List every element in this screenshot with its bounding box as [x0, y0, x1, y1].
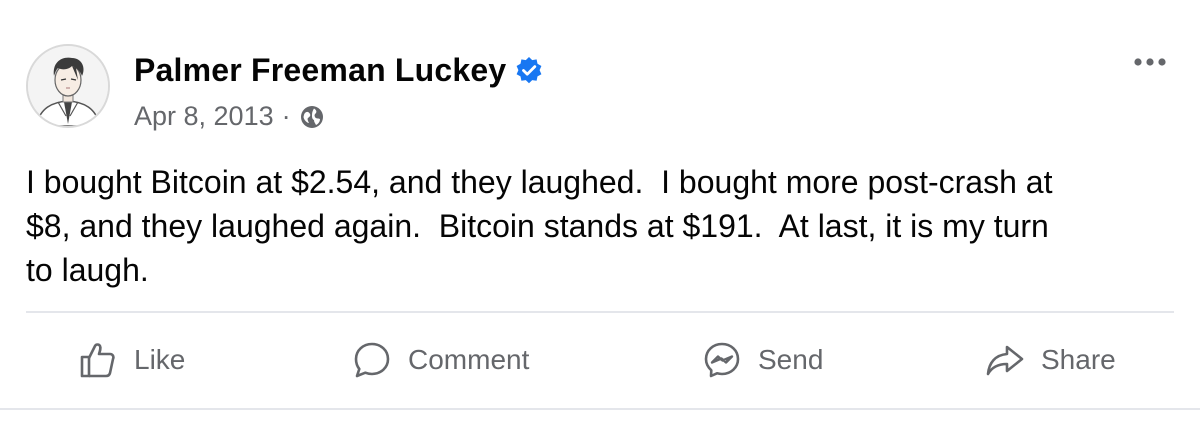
thumbs-up-icon [80, 343, 115, 378]
meta-separator: · [281, 101, 291, 131]
comment-label: Comment [408, 344, 530, 375]
post-text: I bought Bitcoin at $2.54, and they laug… [26, 164, 1053, 288]
more-options-icon[interactable] [1130, 52, 1170, 72]
avatar[interactable] [26, 44, 110, 128]
send-button[interactable]: Send [702, 330, 823, 390]
avatar-illustration [28, 46, 108, 126]
author-name[interactable]: Palmer Freeman Luckey [134, 52, 506, 89]
like-label: Like [134, 344, 186, 375]
messenger-icon [704, 342, 740, 378]
share-label: Share [1041, 344, 1116, 375]
author-row: Palmer Freeman Luckey [134, 52, 544, 89]
share-button[interactable]: Share [985, 330, 1116, 390]
send-label: Send [758, 344, 824, 375]
divider [26, 311, 1174, 313]
post-meta: Apr 8, 2013 · [134, 101, 325, 132]
comment-button[interactable]: Comment [352, 330, 529, 390]
share-arrow-icon [986, 345, 1024, 376]
verified-badge-icon [514, 56, 544, 86]
globe-icon [299, 104, 325, 130]
like-button[interactable]: Like [78, 330, 185, 390]
bottom-divider [0, 408, 1200, 410]
facebook-post: Palmer Freeman Luckey Apr 8, 2013 · I bo… [0, 0, 1200, 431]
post-date[interactable]: Apr 8, 2013 [134, 101, 274, 132]
comment-bubble-icon [354, 342, 390, 378]
post-actions-bar: Like Comment Send Share [0, 330, 1200, 390]
